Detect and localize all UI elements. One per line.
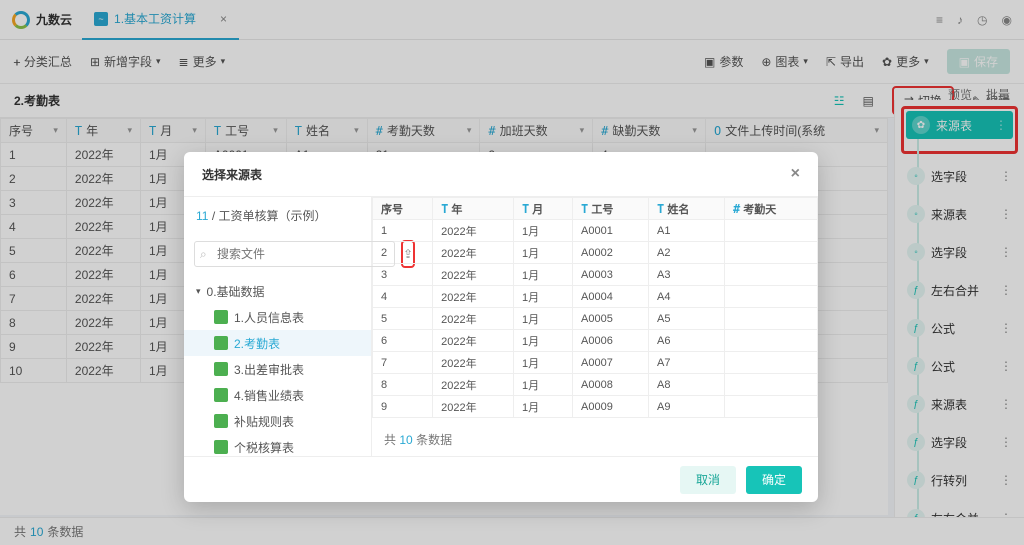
- close-icon[interactable]: ×: [791, 165, 800, 183]
- modal-right-panel: 序号T 年T 月T 工号T 姓名# 考勤天12022年1月A0001A12202…: [372, 197, 818, 456]
- preview-table: 序号T 年T 月T 工号T 姓名# 考勤天12022年1月A0001A12202…: [372, 197, 818, 423]
- modal-footer: 取消 确定: [184, 456, 818, 502]
- tree-file[interactable]: 2.考勤表: [184, 330, 371, 356]
- breadcrumb[interactable]: 11 / 工资单核算（示例）: [184, 197, 371, 234]
- modal-left-panel: 11 / 工资单核算（示例） ⌕ ⇪ ▾0.基础数据1.人员信息表2.考勤表3.…: [184, 197, 372, 456]
- col-header[interactable]: # 考勤天: [725, 198, 818, 220]
- preview-footer: 共 10 条数据: [372, 423, 818, 456]
- table-row[interactable]: 82022年1月A0008A8: [373, 374, 818, 396]
- table-row[interactable]: 12022年1月A0001A1: [373, 220, 818, 242]
- ok-button[interactable]: 确定: [746, 466, 802, 494]
- search-icon: ⌕: [200, 247, 207, 262]
- tree-file[interactable]: 4.销售业绩表: [184, 382, 371, 408]
- table-icon: [214, 440, 228, 454]
- search-input[interactable]: [194, 241, 395, 267]
- table-icon: [214, 388, 228, 402]
- file-tree: ▾0.基础数据1.人员信息表2.考勤表3.出差审批表4.销售业绩表补贴规则表个税…: [184, 274, 371, 456]
- table-row[interactable]: 92022年1月A0009A9: [373, 396, 818, 418]
- tree-file[interactable]: 3.出差审批表: [184, 356, 371, 382]
- modal-title: 选择来源表: [202, 166, 262, 183]
- col-header[interactable]: T 工号: [573, 198, 649, 220]
- table-row[interactable]: 52022年1月A0005A5: [373, 308, 818, 330]
- chevron-down-icon: ▾: [196, 286, 201, 297]
- table-row[interactable]: 22022年1月A0002A2: [373, 242, 818, 264]
- tree-folder[interactable]: ▾0.基础数据: [184, 278, 371, 304]
- cancel-button[interactable]: 取消: [680, 466, 736, 494]
- table-row[interactable]: 62022年1月A0006A6: [373, 330, 818, 352]
- table-icon: [214, 362, 228, 376]
- source-table-modal: 选择来源表 × 11 / 工资单核算（示例） ⌕ ⇪ ▾0.基础数据1.人员信息…: [184, 152, 818, 502]
- modal-header: 选择来源表 ×: [184, 152, 818, 196]
- table-icon: [214, 310, 228, 324]
- col-header[interactable]: T 月: [514, 198, 573, 220]
- tree-file[interactable]: 1.人员信息表: [184, 304, 371, 330]
- col-header[interactable]: T 年: [433, 198, 514, 220]
- table-row[interactable]: 32022年1月A0003A3: [373, 264, 818, 286]
- col-header[interactable]: 序号: [373, 198, 433, 220]
- table-icon: [214, 414, 228, 428]
- tree-file[interactable]: 补贴规则表: [184, 408, 371, 434]
- table-icon: [214, 336, 228, 350]
- table-row[interactable]: 72022年1月A0007A7: [373, 352, 818, 374]
- col-header[interactable]: T 姓名: [649, 198, 725, 220]
- table-row[interactable]: 42022年1月A0004A4: [373, 286, 818, 308]
- tree-file[interactable]: 个税核算表: [184, 434, 371, 456]
